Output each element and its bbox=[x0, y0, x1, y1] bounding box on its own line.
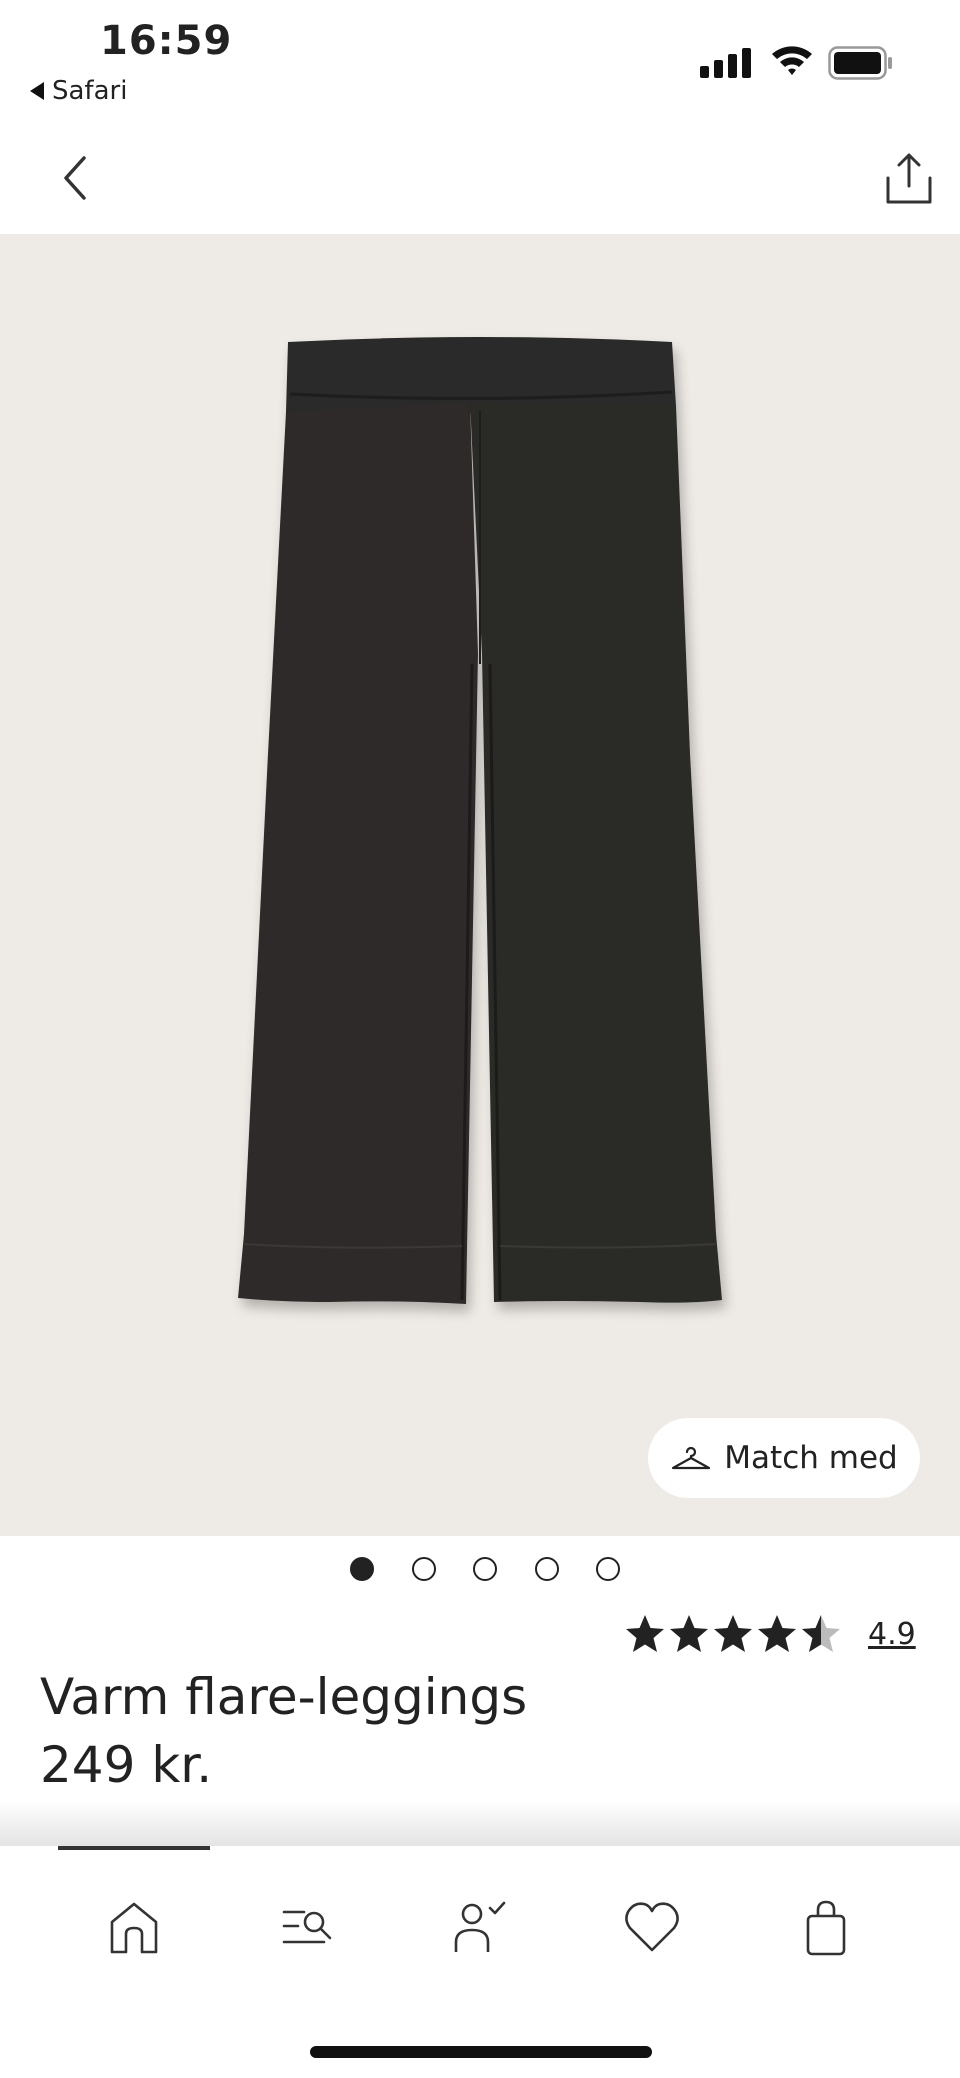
product-image-carousel[interactable]: Match med bbox=[0, 234, 960, 1536]
home-icon bbox=[110, 1902, 158, 1954]
carousel-pagination bbox=[350, 1556, 620, 1582]
status-time: 16:59 bbox=[100, 18, 233, 64]
back-app-label: Safari bbox=[52, 76, 128, 106]
carousel-dot[interactable] bbox=[411, 1557, 436, 1581]
battery-icon bbox=[828, 46, 892, 80]
product-price: 249 kr. bbox=[40, 1736, 213, 1794]
status-bar: 16:59 Safari bbox=[0, 0, 960, 120]
leggings-product-image bbox=[238, 337, 722, 1304]
shopping-bag-icon bbox=[806, 1900, 846, 1956]
tab-favorites[interactable] bbox=[622, 1898, 682, 1958]
carousel-dot[interactable] bbox=[350, 1557, 374, 1581]
content-fade bbox=[0, 1800, 960, 1846]
rating-stars bbox=[624, 1613, 842, 1655]
tab-cart[interactable] bbox=[796, 1898, 856, 1958]
back-to-safari-link[interactable]: Safari bbox=[30, 76, 127, 106]
product-rating[interactable]: 4.9 bbox=[624, 1610, 916, 1658]
hanger-icon bbox=[672, 1446, 711, 1470]
product-title: Varm flare-leggings bbox=[40, 1668, 528, 1726]
back-triangle-icon bbox=[30, 82, 44, 100]
match-med-label: Match med bbox=[724, 1440, 898, 1476]
star-filled-icon bbox=[758, 1615, 796, 1652]
heart-icon bbox=[625, 1902, 679, 1952]
tab-account[interactable] bbox=[450, 1898, 510, 1958]
wifi-icon bbox=[772, 46, 812, 75]
bottom-tab-bar bbox=[0, 1846, 960, 2078]
carousel-dot[interactable] bbox=[596, 1557, 620, 1581]
star-half-icon bbox=[802, 1615, 840, 1652]
star-filled-icon bbox=[670, 1615, 708, 1652]
cellular-signal-icon bbox=[700, 46, 752, 78]
search-icon bbox=[282, 1910, 332, 1944]
home-indicator bbox=[310, 2046, 652, 2058]
carousel-dot[interactable] bbox=[534, 1557, 559, 1581]
share-icon[interactable] bbox=[880, 150, 938, 210]
carousel-dot[interactable] bbox=[473, 1557, 497, 1581]
match-med-button[interactable]: Match med bbox=[648, 1418, 920, 1498]
star-filled-icon bbox=[714, 1615, 752, 1652]
rating-value-link[interactable]: 4.9 bbox=[868, 1617, 916, 1652]
chevron-left-icon[interactable] bbox=[50, 150, 100, 206]
active-tab-indicator bbox=[58, 1846, 210, 1850]
tab-search[interactable] bbox=[278, 1898, 338, 1958]
star-filled-icon bbox=[626, 1615, 664, 1652]
account-icon bbox=[454, 1901, 506, 1952]
top-navigation-bar bbox=[0, 120, 960, 234]
tab-home[interactable] bbox=[104, 1898, 164, 1958]
